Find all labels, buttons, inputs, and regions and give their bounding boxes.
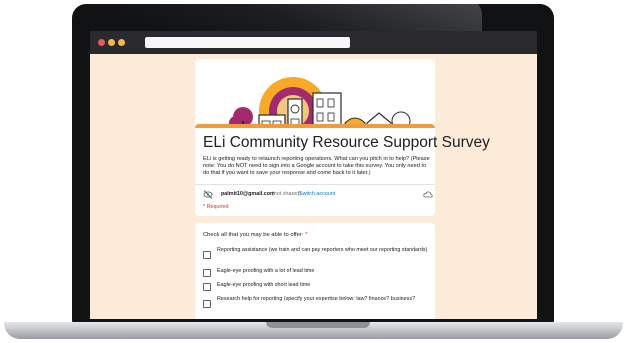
eye-off-icon: [203, 190, 213, 199]
checkbox-option[interactable]: Research help for reporting (specify you…: [203, 296, 431, 310]
form-header-card: ELi Community Resource Support Survey EL…: [195, 124, 490, 216]
question-card: Check all that you may be able to offer:…: [195, 223, 435, 319]
laptop-base: [4, 322, 623, 339]
question-label: Check all that you may be able to offer:…: [203, 232, 307, 238]
switch-account-link[interactable]: Switch account: [299, 191, 335, 197]
header-divider: [195, 184, 435, 185]
not-shared-note: (not shared): [272, 191, 302, 197]
option-label: Reporting assistance (we train and can p…: [217, 247, 428, 253]
checkbox-option[interactable]: Eagle-eye proofing with short lead time: [203, 282, 431, 291]
form-title: ELi Community Resource Support Survey: [203, 134, 490, 151]
required-note: * Required: [203, 204, 229, 210]
checkbox[interactable]: [203, 283, 211, 291]
option-label: Eagle-eye proofing with a lot of lead ti…: [217, 268, 315, 274]
form-description: ELi is getting ready to relaunch reporti…: [203, 156, 430, 176]
cloud-saved-icon[interactable]: [423, 190, 433, 199]
option-label: Research help for reporting (specify you…: [217, 296, 416, 302]
checkbox[interactable]: [203, 251, 211, 259]
question-text: Check all that you may be able to offer:: [203, 232, 304, 238]
checkbox[interactable]: [203, 300, 211, 308]
option-label: Eagle-eye proofing with short lead time: [217, 282, 311, 288]
required-asterisk: *: [305, 232, 308, 238]
laptop-hinge-notch: [266, 322, 370, 328]
checkbox-option[interactable]: Reporting assistance (we train and can p…: [203, 247, 431, 261]
checkbox[interactable]: [203, 269, 211, 277]
account-email: palmit10@gmail.com: [221, 191, 275, 197]
account-row: palmit10@gmail.com (not shared) Switch a…: [203, 190, 433, 200]
form-viewport: ELi Community Resource Support Survey EL…: [90, 31, 537, 319]
checkbox-option[interactable]: Eagle-eye proofing with a lot of lead ti…: [203, 268, 431, 277]
